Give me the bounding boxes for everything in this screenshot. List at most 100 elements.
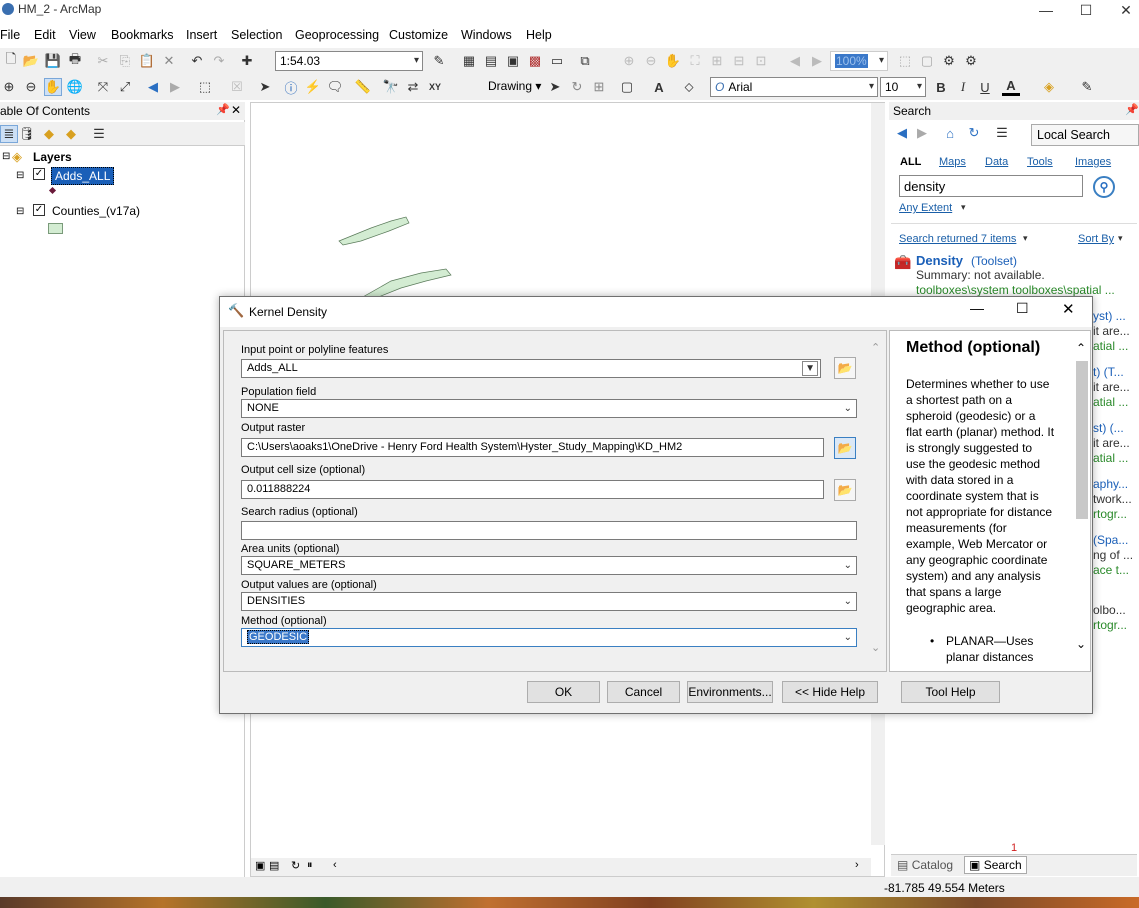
area-units-combo[interactable]: SQUARE_METERS ⌄ xyxy=(241,556,857,575)
scroll-down-icon[interactable]: ⌄ xyxy=(871,641,880,654)
zoom-percent-combo[interactable]: 100% ▾ xyxy=(830,51,888,71)
search-input[interactable]: density xyxy=(899,175,1083,197)
line-color-icon[interactable]: ✎ xyxy=(1078,78,1096,96)
rotate-icon[interactable]: ↻ xyxy=(568,78,586,96)
undo-icon[interactable]: ↶ xyxy=(188,52,206,70)
font-combo[interactable]: O Arial ▾ xyxy=(710,77,878,97)
menu-edit[interactable]: Edit xyxy=(34,28,56,42)
toc-close-icon[interactable]: ✕ xyxy=(231,103,241,117)
list-by-source-icon[interactable]: 🛢 xyxy=(18,125,36,143)
close-button[interactable]: ✕ xyxy=(1103,0,1139,20)
copy-icon[interactable]: ⎘ xyxy=(116,52,134,70)
forward-icon[interactable]: ▶ xyxy=(913,124,931,142)
layout-back-icon[interactable]: ◀ xyxy=(786,52,804,70)
edit-vertices-icon[interactable]: ⬦ xyxy=(680,78,698,96)
save-icon[interactable]: 💾 xyxy=(44,52,62,70)
fixed-zoom-in-icon[interactable]: ⤧ xyxy=(94,78,112,96)
open-folder-icon[interactable]: 📂 xyxy=(22,52,40,70)
output-values-combo[interactable]: DENSITIES ⌄ xyxy=(241,592,857,611)
search-icon[interactable]: ⚲ xyxy=(1093,176,1115,198)
tab-images[interactable]: Images xyxy=(1075,156,1111,168)
redo-icon[interactable]: ↷ xyxy=(210,52,228,70)
focus-data-frame-icon[interactable]: ▢ xyxy=(918,52,936,70)
python-icon[interactable]: ▭ xyxy=(548,52,566,70)
maximize-button[interactable]: ☐ xyxy=(1016,300,1029,317)
environments-button[interactable]: Environments... xyxy=(687,681,773,703)
layout-full-icon[interactable]: ⛶ xyxy=(686,52,704,70)
paste-icon[interactable]: 📋 xyxy=(138,52,156,70)
refresh-icon[interactable]: ↻ xyxy=(291,859,300,872)
menu-windows[interactable]: Windows xyxy=(461,28,512,42)
select-elements-icon[interactable]: ➤ xyxy=(256,78,274,96)
menu-bookmarks[interactable]: Bookmarks xyxy=(111,28,174,42)
pin-icon[interactable]: 📌 xyxy=(1125,103,1139,116)
scroll-thumb[interactable] xyxy=(1076,361,1088,519)
cancel-button[interactable]: Cancel xyxy=(607,681,680,703)
form-scrollbar[interactable]: ⌃ ⌄ xyxy=(869,341,885,659)
cell-size-input[interactable]: 0.011888224 xyxy=(241,480,824,499)
back-icon[interactable]: ◀ xyxy=(893,124,911,142)
full-extent-icon[interactable]: 🌐 xyxy=(66,78,84,96)
delete-icon[interactable]: ✕ xyxy=(160,52,178,70)
html-popup-icon[interactable]: 🗨 xyxy=(326,78,344,96)
catalog-icon[interactable]: ▤ xyxy=(482,52,500,70)
scroll-up-icon[interactable]: ⌃ xyxy=(871,341,880,354)
search-results-count[interactable]: Search returned 7 items xyxy=(899,233,1016,245)
table-icon[interactable]: ▦ xyxy=(460,52,478,70)
options-icon[interactable]: ☰ xyxy=(90,125,108,143)
menu-geoprocessing[interactable]: Geoprocessing xyxy=(295,28,379,42)
search-tab[interactable]: ▣ Search xyxy=(964,856,1027,874)
layer-checkbox[interactable]: ✓ xyxy=(33,168,45,180)
menu-selection[interactable]: Selection xyxy=(231,28,282,42)
clear-selection-icon[interactable]: ☒ xyxy=(228,78,246,96)
scale-combo[interactable]: 1:54.03 ▾ xyxy=(275,51,423,71)
layout-forward-icon[interactable]: ▶ xyxy=(808,52,826,70)
local-search-button[interactable]: Local Search xyxy=(1031,124,1139,146)
select-element-icon[interactable]: ➤ xyxy=(546,78,564,96)
zoom-whole-page-icon[interactable]: ⊞ xyxy=(590,78,608,96)
hyperlink-icon[interactable]: ⚡ xyxy=(304,78,322,96)
go-to-xy-icon[interactable]: XY xyxy=(426,78,444,96)
layer-checkbox[interactable]: ✓ xyxy=(33,204,45,216)
close-button[interactable]: ✕ xyxy=(1062,300,1075,318)
print-icon[interactable]: 🖶 xyxy=(66,51,84,70)
tab-data[interactable]: Data xyxy=(985,156,1008,168)
list-by-drawing-order-icon[interactable]: ≣ xyxy=(0,125,18,143)
layer-name[interactable]: Counties_(v17a) xyxy=(52,204,140,218)
model-builder-icon[interactable]: ⧉ xyxy=(576,52,594,70)
layout-pan-icon[interactable]: ✋ xyxy=(664,52,682,70)
drawing-menu[interactable]: Drawing ▾ xyxy=(488,79,541,93)
help-scrollbar[interactable]: ⌃ ⌄ xyxy=(1074,341,1090,659)
back-icon[interactable]: ◀ xyxy=(144,78,162,96)
open-folder-icon[interactable]: 📂 xyxy=(834,479,856,501)
arctoolbox-icon[interactable]: ▩ xyxy=(526,52,544,70)
result-title[interactable]: Density xyxy=(916,253,963,268)
scroll-down-icon[interactable]: ⌄ xyxy=(1076,637,1086,651)
fill-color-icon[interactable]: ◈ xyxy=(1040,78,1058,96)
tab-maps[interactable]: Maps xyxy=(939,156,966,168)
layout-zoom-icon[interactable]: ⊕ xyxy=(620,52,638,70)
home-icon[interactable]: ⌂ xyxy=(941,124,959,142)
list-by-visibility-icon[interactable]: ◆ xyxy=(40,125,58,143)
underline-button[interactable]: U xyxy=(976,78,994,96)
fixed-zoom-out-icon[interactable]: ⤢ xyxy=(116,78,134,96)
layout-view-icon[interactable]: ▤ xyxy=(269,859,279,872)
tab-tools[interactable]: Tools xyxy=(1027,156,1053,168)
find-icon[interactable]: 🔭 xyxy=(382,78,400,96)
layout-zoom-out-icon[interactable]: ⊖ xyxy=(642,52,660,70)
data-view-icon[interactable]: ▣ xyxy=(255,859,265,872)
open-folder-icon[interactable]: 📂 xyxy=(834,357,856,379)
pause-icon[interactable]: ⏸ xyxy=(307,859,313,872)
layer-name-selected[interactable]: Adds_ALL xyxy=(51,167,115,185)
output-raster-input[interactable]: C:\Users\aoaks1\OneDrive - Henry Ford He… xyxy=(241,438,824,457)
font-size-combo[interactable]: 10 ▾ xyxy=(880,77,926,97)
population-field-combo[interactable]: NONE ⌄ xyxy=(241,399,857,418)
add-data-icon[interactable]: ✚ xyxy=(238,52,256,70)
editor-icon[interactable]: ✎ xyxy=(430,52,448,70)
text-tool-icon[interactable]: A xyxy=(650,78,668,96)
collapse-layers-icon[interactable]: ⊟ xyxy=(2,151,10,162)
method-combo[interactable]: GEODESIC ⌄ xyxy=(241,628,857,647)
search-radius-input[interactable] xyxy=(241,521,857,540)
menu-insert[interactable]: Insert xyxy=(186,28,217,42)
scroll-up-icon[interactable]: ⌃ xyxy=(1076,341,1086,355)
